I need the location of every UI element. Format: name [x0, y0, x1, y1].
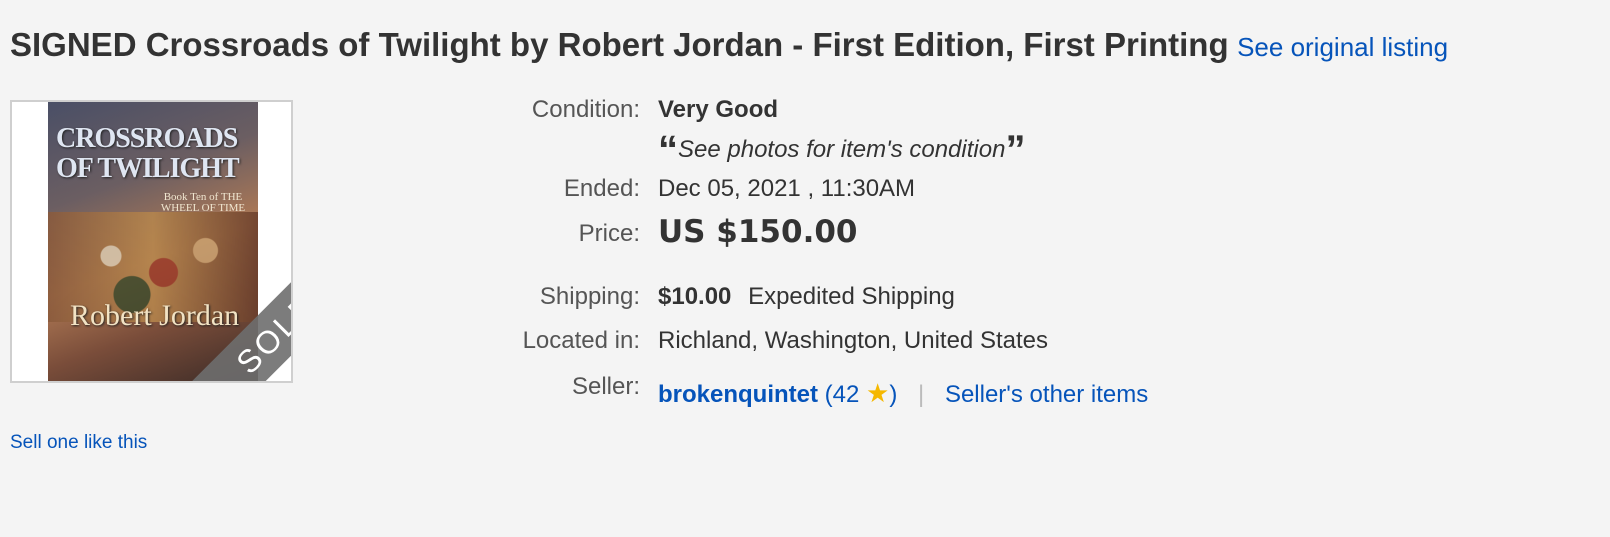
- seller-info: brokenquintet (42 ★) | Seller's other it…: [658, 378, 1148, 409]
- condition-label: Condition:: [531, 96, 640, 123]
- star-icon: ★: [866, 378, 890, 408]
- listing-title-row: SIGNED Crossroads of Twilight by Robert …: [10, 26, 1448, 64]
- location-label: Located in:: [522, 327, 640, 354]
- separator: |: [918, 381, 925, 408]
- book-cover-image: CROSSROADS OF TWILIGHT Book Ten of THE W…: [48, 102, 258, 381]
- seller-label: Seller:: [571, 373, 640, 400]
- item-photo[interactable]: CROSSROADS OF TWILIGHT Book Ten of THE W…: [10, 100, 293, 383]
- price-value: US $150.00: [658, 214, 858, 250]
- cover-author: Robert Jordan: [70, 299, 240, 332]
- location-value: Richland, Washington, United States: [658, 327, 1048, 354]
- shipping-value: $10.00 Expedited Shipping: [658, 283, 955, 311]
- condition-note-text: See photos for item's condition: [678, 136, 1006, 163]
- shipping-cost: $10.00: [658, 283, 732, 310]
- shipping-label: Shipping:: [539, 283, 640, 310]
- condition-value: Very Good: [658, 96, 779, 123]
- condition-note: “See photos for item's condition”: [658, 128, 1026, 172]
- cover-title: CROSSROADS OF TWILIGHT: [56, 123, 240, 184]
- ended-label: Ended:: [563, 175, 640, 202]
- seller-name-link[interactable]: brokenquintet: [658, 381, 818, 408]
- price-label: Price:: [578, 220, 640, 247]
- shipping-method: Expedited Shipping: [748, 283, 955, 310]
- see-original-listing-link[interactable]: See original listing: [1237, 32, 1448, 62]
- seller-feedback[interactable]: (42 ★): [825, 378, 898, 408]
- ended-value: Dec 05, 2021 , 11:30AM: [658, 175, 916, 202]
- listing-title: SIGNED Crossroads of Twilight by Robert …: [10, 26, 1229, 63]
- cover-book-line: Book Ten of THE WHEEL OF TIME: [160, 191, 246, 214]
- seller-feedback-score: 42: [832, 381, 860, 408]
- sellers-other-items-link[interactable]: Seller's other items: [945, 381, 1148, 408]
- sell-one-like-this-link[interactable]: Sell one like this: [10, 432, 147, 454]
